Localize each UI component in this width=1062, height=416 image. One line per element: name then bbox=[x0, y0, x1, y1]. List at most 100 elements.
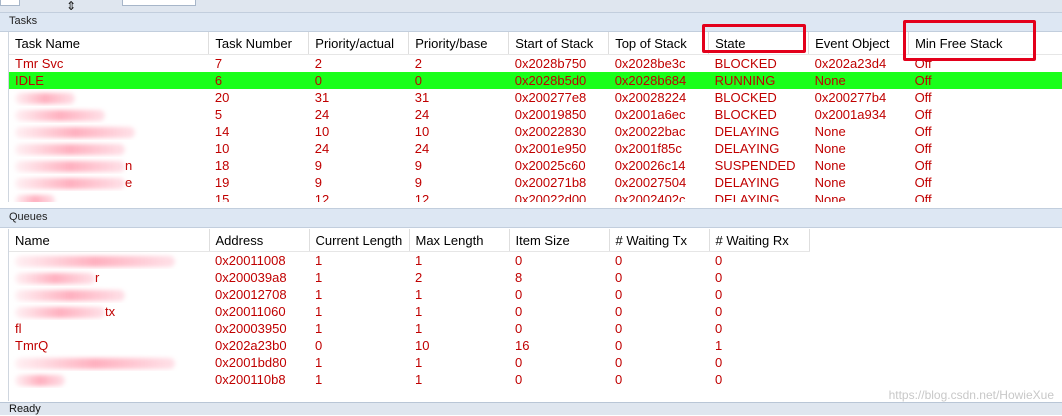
redacted-blur bbox=[15, 161, 125, 173]
queue-address-cell: 0x200110b8 bbox=[215, 372, 286, 387]
task-row[interactable]: 15 12 12 0x20022d00 0x2002402c DELAYING None Of… bbox=[9, 191, 1062, 202]
queues-col-name[interactable]: Name bbox=[9, 229, 210, 252]
queue-name-text: r bbox=[95, 270, 100, 285]
queues-table: Name Address Current Length Max Length Item … bbox=[9, 229, 810, 388]
task-min-free-cell: Off bbox=[914, 141, 932, 156]
task-stack-start-cell: 0x2028b5d0 bbox=[508, 72, 609, 89]
task-name-text: e bbox=[125, 175, 133, 190]
queue-wait-rx-cell: 0 bbox=[715, 287, 723, 302]
queues-panel-title: Queues bbox=[9, 211, 48, 223]
status-bar: Ready bbox=[0, 402, 1062, 415]
queues-col-max-length[interactable]: Max Length bbox=[409, 229, 510, 252]
queue-address-cell: 0x202a23b0 bbox=[215, 338, 287, 353]
queue-max-len-cell: 1 bbox=[415, 372, 423, 387]
queue-address-cell: 0x20011060 bbox=[215, 304, 286, 319]
queue-item-size-cell: 8 bbox=[515, 270, 523, 285]
task-name-cell bbox=[9, 89, 209, 106]
task-name-cell: n bbox=[9, 157, 209, 174]
task-prio-base-cell: 10 bbox=[414, 124, 430, 139]
task-prio-actual-cell: 0 bbox=[308, 72, 409, 89]
task-number-cell: 20 bbox=[214, 90, 230, 105]
queue-row[interactable]: fl 0x20003950 1 1 0 0 0 bbox=[9, 320, 809, 337]
queue-address-cell: 0x20011008 bbox=[215, 253, 286, 268]
queue-row[interactable]: 0x20012708 1 1 0 0 0 bbox=[9, 286, 809, 303]
queue-row[interactable]: tx 0x20011060 1 1 0 0 0 bbox=[9, 303, 809, 320]
tasks-col-event-object[interactable]: Event Object bbox=[808, 32, 910, 55]
tasks-col-priority-actual[interactable]: Priority/actual bbox=[308, 32, 410, 55]
queues-col-waiting-rx[interactable]: # Waiting Rx bbox=[709, 229, 810, 252]
task-prio-base-cell: 24 bbox=[414, 107, 430, 122]
queues-col-current-length[interactable]: Current Length bbox=[309, 229, 410, 252]
task-stack-start-cell: 0x20022d00 bbox=[514, 192, 587, 202]
task-row[interactable]: IDLE 6 0 0 0x2028b5d0 0x2028b684 RUNNING None Of… bbox=[9, 72, 1062, 89]
task-row[interactable]: 5 24 24 0x20019850 0x2001a6ec BLOCKED 0x2001a9… bbox=[9, 106, 1062, 123]
task-prio-actual-cell: 12 bbox=[314, 192, 330, 202]
task-state-cell: DELAYING bbox=[714, 141, 780, 156]
task-number-cell: 15 bbox=[214, 192, 230, 202]
tasks-col-task-number[interactable]: Task Number bbox=[208, 32, 310, 55]
task-min-free-cell: Off bbox=[914, 192, 932, 202]
redacted-blur bbox=[15, 110, 105, 122]
queues-col-item-size[interactable]: Item Size bbox=[509, 229, 610, 252]
watermark: https://blog.csdn.net/HowieXue bbox=[888, 388, 1054, 402]
state-highlight-box bbox=[702, 24, 806, 53]
queues-table-container[interactable]: Name Address Current Length Max Length Item … bbox=[8, 229, 1062, 401]
task-name-cell bbox=[9, 140, 209, 157]
queue-row[interactable]: r 0x200039a8 1 2 8 0 0 bbox=[9, 269, 809, 286]
task-event-cell: 0x200277b4 bbox=[814, 90, 887, 105]
task-stack-top-cell: 0x2001a6ec bbox=[614, 107, 686, 122]
task-row[interactable]: 10 24 24 0x2001e950 0x2001f85c DELAYING None Of… bbox=[9, 140, 1062, 157]
task-event-cell: None bbox=[808, 72, 909, 89]
task-state-cell: DELAYING bbox=[714, 124, 780, 139]
task-state-cell: DELAYING bbox=[714, 192, 780, 202]
queue-max-len-cell: 10 bbox=[415, 338, 430, 353]
redacted-blur bbox=[15, 307, 105, 319]
task-prio-actual-cell: 10 bbox=[314, 124, 330, 139]
task-stack-top-cell: 0x20028224 bbox=[614, 90, 687, 105]
queue-max-len-cell: 1 bbox=[415, 321, 423, 336]
queue-wait-tx-cell: 0 bbox=[615, 321, 623, 336]
tab-left[interactable] bbox=[0, 0, 20, 6]
tab-right[interactable] bbox=[122, 0, 196, 6]
queue-row[interactable]: TmrQ 0x202a23b0 0 10 16 0 1 bbox=[9, 337, 809, 354]
queue-cur-len-cell: 0 bbox=[315, 338, 323, 353]
task-stack-top-cell: 0x2002402c bbox=[614, 192, 686, 202]
task-stack-top-cell: 0x20026c14 bbox=[614, 158, 686, 173]
queue-wait-rx-cell: 0 bbox=[715, 372, 723, 387]
task-prio-actual-cell: 31 bbox=[314, 90, 330, 105]
tasks-col-priority-base[interactable]: Priority/base bbox=[408, 32, 510, 55]
queue-row[interactable]: 0x20011008 1 1 0 0 0 bbox=[9, 252, 809, 270]
queue-name-text: tx bbox=[105, 304, 116, 319]
redacted-blur bbox=[15, 375, 65, 387]
task-row[interactable]: 14 10 10 0x20022830 0x20022bac DELAYING None Of… bbox=[9, 123, 1062, 140]
queue-wait-tx-cell: 0 bbox=[615, 287, 623, 302]
queue-wait-tx-cell: 0 bbox=[615, 304, 623, 319]
task-name-text: Tmr Svc bbox=[15, 56, 64, 71]
task-name-cell: e bbox=[9, 174, 209, 191]
queue-max-len-cell: 1 bbox=[415, 304, 423, 319]
queue-wait-tx-cell: 0 bbox=[615, 253, 623, 268]
tasks-col-top-of-stack[interactable]: Top of Stack bbox=[608, 32, 710, 55]
task-row[interactable]: e 19 9 9 0x200271b8 0x20027504 DELAYING None Off bbox=[9, 174, 1062, 191]
queue-max-len-cell: 2 bbox=[415, 270, 423, 285]
queue-row[interactable]: 0x2001bd80 1 1 0 0 0 bbox=[9, 354, 809, 371]
queue-cur-len-cell: 1 bbox=[315, 372, 323, 387]
queue-max-len-cell: 1 bbox=[415, 253, 423, 268]
queues-col-waiting-tx[interactable]: # Waiting Tx bbox=[609, 229, 710, 252]
task-row[interactable]: 20 31 31 0x200277e8 0x20028224 BLOCKED 0x20027… bbox=[9, 89, 1062, 106]
queue-row[interactable]: 0x200110b8 1 1 0 0 0 bbox=[9, 371, 809, 388]
queue-name-cell bbox=[9, 286, 209, 303]
task-min-free-cell: Off bbox=[914, 107, 932, 122]
queue-wait-rx-cell: 0 bbox=[715, 355, 723, 370]
tasks-col-task-name[interactable]: Task Name bbox=[9, 32, 210, 55]
queues-col-address[interactable]: Address bbox=[209, 229, 310, 252]
redacted-blur bbox=[15, 273, 95, 285]
task-event-cell: None bbox=[814, 192, 846, 202]
queue-name-text: fl bbox=[15, 321, 22, 336]
task-stack-start-cell: 0x200271b8 bbox=[514, 175, 587, 190]
tasks-col-start-of-stack[interactable]: Start of Stack bbox=[508, 32, 610, 55]
task-min-free-cell: Off bbox=[908, 72, 1062, 89]
task-row[interactable]: n 18 9 9 0x20025c60 0x20026c14 SUSPENDED None Of… bbox=[9, 157, 1062, 174]
task-name-cell bbox=[9, 106, 209, 123]
redacted-blur bbox=[15, 195, 55, 202]
